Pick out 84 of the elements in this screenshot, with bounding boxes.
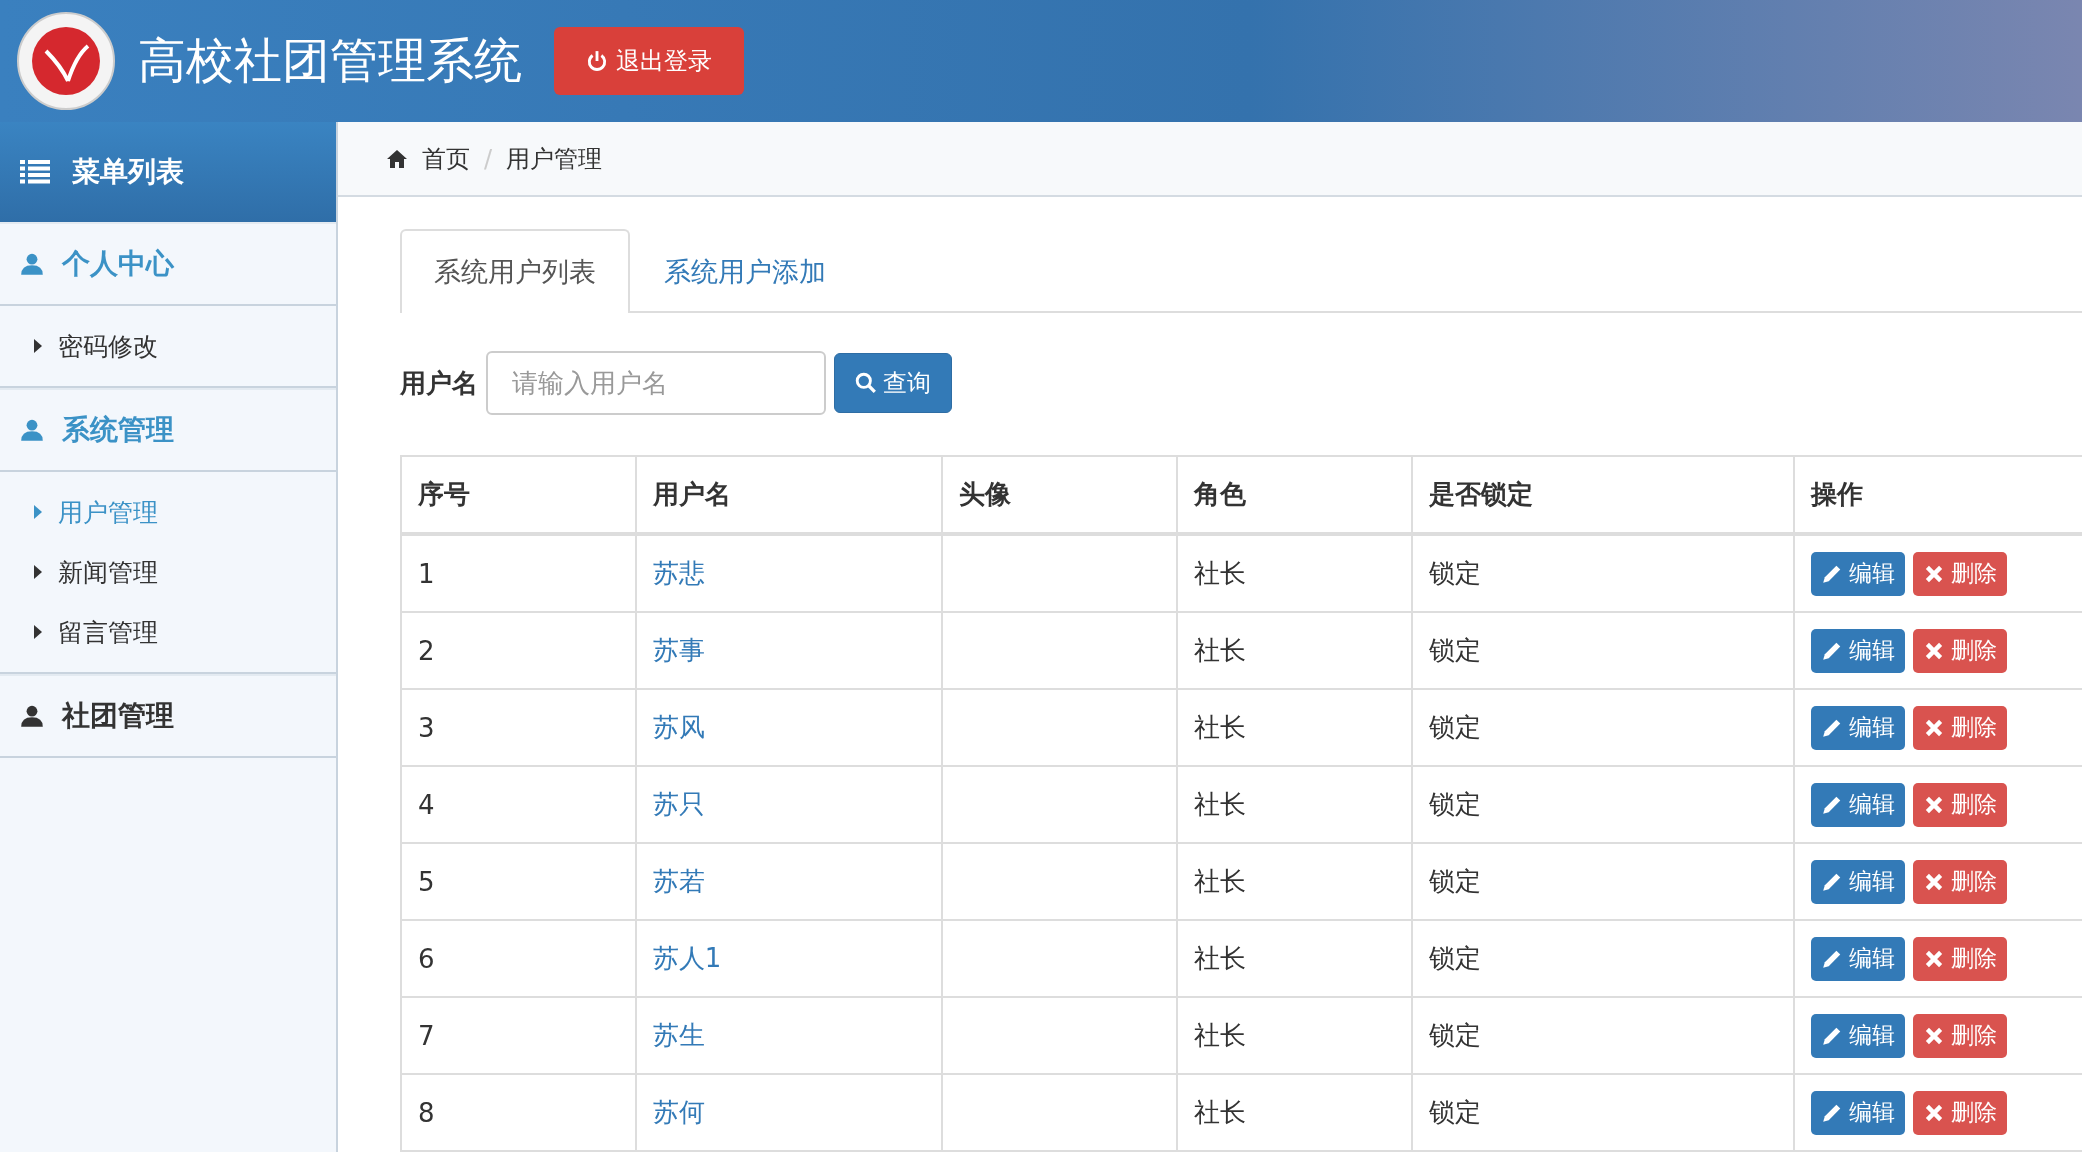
delete-button[interactable]: 删除 [1913,782,2008,827]
column-header: 头像 [942,456,1177,534]
caret-icon [34,339,42,353]
table-cell: 社长 [1177,997,1412,1074]
search-icon [855,372,877,394]
table-cell: 锁定 [1411,534,1795,612]
menu-group[interactable]: 社团管理 [0,674,336,758]
delete-button[interactable]: 删除 [1913,628,2008,673]
edit-button[interactable]: 编辑 [1811,859,1906,904]
table-cell: 社长 [1177,689,1412,766]
edit-button[interactable]: 编辑 [1811,936,1906,981]
table-cell: 1 [401,534,636,612]
tab[interactable]: 系统用户列表 [400,229,630,313]
logout-button[interactable]: 退出登录 [554,27,744,95]
tab[interactable]: 系统用户添加 [630,229,860,313]
table-cell: 社长 [1177,766,1412,843]
menu-item[interactable]: 留言管理 [0,602,336,662]
column-header: 操作 [1794,456,2082,534]
edit-button[interactable]: 编辑 [1811,551,1906,596]
table-cell: 8 [401,1074,636,1151]
app-title: 高校社团管理系统 [138,31,522,90]
breadcrumb-link[interactable]: 首页 [422,142,470,175]
table-cell: 社长 [1177,1074,1412,1151]
delete-button[interactable]: 删除 [1913,1013,2008,1058]
edit-button[interactable]: 编辑 [1811,782,1906,827]
edit-button[interactable]: 编辑 [1811,1013,1906,1058]
table-cell: 3 [401,689,636,766]
table-cell: 社长 [1177,920,1412,997]
caret-icon [34,505,42,519]
table-cell: 2 [401,612,636,689]
table-cell: 锁定 [1411,689,1795,766]
breadcrumb-link[interactable]: 用户管理 [506,142,603,175]
table-cell: 锁定 [1411,766,1795,843]
table-cell: 6 [401,920,636,997]
username-link[interactable]: 苏只 [635,766,943,843]
delete-button[interactable]: 删除 [1913,705,2008,750]
table-cell: 锁定 [1411,920,1795,997]
edit-button[interactable]: 编辑 [1811,705,1906,750]
menu-item[interactable]: 用户管理 [0,482,336,542]
column-header: 序号 [401,456,636,534]
table-cell: 锁定 [1411,997,1795,1074]
user-icon [20,252,44,276]
edit-button[interactable]: 编辑 [1811,628,1906,673]
user-icon [20,418,44,442]
field-label: 用户名 [400,366,478,400]
column-header: 是否锁定 [1411,456,1795,534]
table-cell: 7 [401,997,636,1074]
breadcrumb-separator: / [484,144,493,173]
username-link[interactable]: 苏何 [635,1074,943,1151]
table-cell: 锁定 [1411,1074,1795,1151]
logo-icon [16,11,116,111]
column-header: 用户名 [635,456,943,534]
column-header: 角色 [1177,456,1412,534]
username-link[interactable]: 苏人1 [635,920,943,997]
delete-button[interactable]: 删除 [1913,1090,2008,1135]
username-link[interactable]: 苏若 [635,843,943,920]
username-link[interactable]: 苏生 [635,997,943,1074]
search-button[interactable]: 查询 [834,353,952,413]
table-cell: 5 [401,843,636,920]
username-link[interactable]: 苏悲 [635,534,943,612]
table-cell: 社长 [1177,534,1412,612]
menu-item[interactable]: 新闻管理 [0,542,336,602]
caret-icon [34,625,42,639]
delete-button[interactable]: 删除 [1913,859,2008,904]
edit-button[interactable]: 编辑 [1811,1090,1906,1135]
table-cell: 4 [401,766,636,843]
table-cell: 社长 [1177,843,1412,920]
username-link[interactable]: 苏风 [635,689,943,766]
delete-button[interactable]: 删除 [1913,936,2008,981]
menu-group[interactable]: 系统管理 [0,388,336,472]
power-icon [586,50,608,72]
username-link[interactable]: 苏事 [635,612,943,689]
table-cell: 锁定 [1411,612,1795,689]
list-icon [20,160,50,184]
username-input[interactable]: 请输入用户名 [486,351,826,415]
user-icon [20,704,44,728]
home-icon [386,148,408,169]
menu-group[interactable]: 个人中心 [0,222,336,306]
table-cell: 社长 [1177,612,1412,689]
table-cell: 锁定 [1411,843,1795,920]
delete-button[interactable]: 删除 [1913,551,2008,596]
caret-icon [34,565,42,579]
menu-item[interactable]: 密码修改 [0,316,336,376]
sidebar-title: 菜单列表 [72,154,184,190]
